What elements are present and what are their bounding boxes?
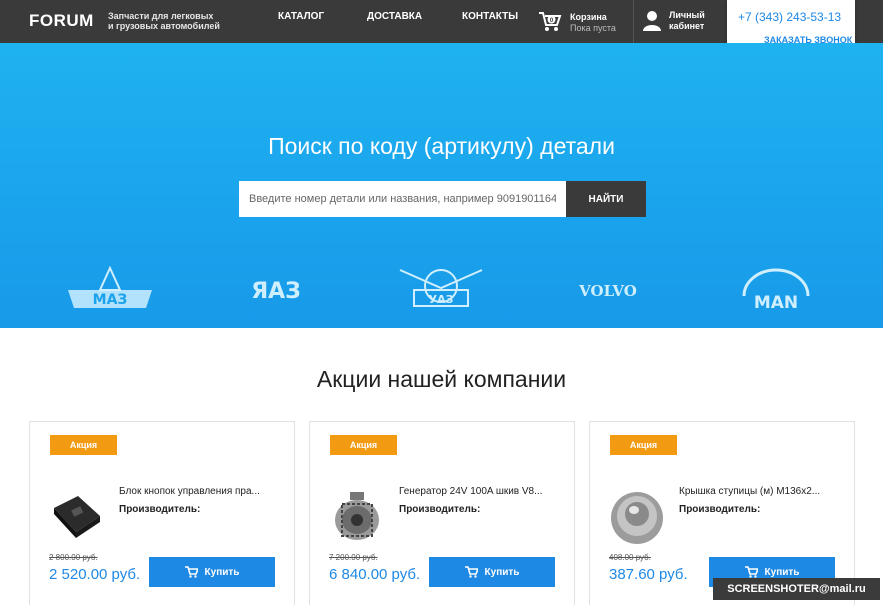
brand-logo-maz[interactable]: МАЗ [66, 265, 154, 312]
product-maker-label: Производитель: [399, 504, 481, 515]
promo-badge: Акция [330, 435, 397, 455]
brand-logo-yaaz[interactable]: ЯАЗ [232, 266, 320, 312]
promo-badge: Акция [610, 435, 677, 455]
part-search-input[interactable] [239, 181, 566, 217]
screenshot-watermark: SCREENSHOTER@mail.ru [713, 578, 880, 600]
nav-catalog[interactable]: КАТАЛОГ [278, 11, 324, 22]
switch-block-icon[interactable] [48, 486, 106, 548]
old-price: 7 200.00 руб. [329, 553, 378, 562]
product-card: Акция Блок кнопок управления пра... Прои… [29, 421, 295, 605]
buy-button[interactable]: Купить [149, 557, 275, 587]
tagline-line-1: Запчасти для легковых [108, 11, 214, 21]
phone-number[interactable]: +7 (343) 243-53-13 [738, 10, 841, 24]
buy-label: Купить [764, 566, 800, 578]
cart-widget[interactable]: 0 Корзина Пока пуста [538, 9, 633, 37]
brand-label-uaz: УАЗ [429, 293, 454, 306]
tagline-line-2: и грузовых автомобилей [108, 21, 220, 31]
cart-status: Пока пуста [570, 23, 616, 33]
brand-label-volvo: VOLVO [578, 282, 637, 300]
brand-label-yaaz: ЯАЗ [251, 279, 301, 304]
product-maker-label: Производитель: [119, 504, 201, 515]
site-logo[interactable]: FORUM [29, 11, 94, 31]
generator-icon[interactable] [328, 486, 386, 548]
nav-contacts[interactable]: КОНТАКТЫ [462, 11, 518, 22]
account-label: Личный кабинет [669, 10, 719, 32]
product-name[interactable]: Генератор 24V 100A шкив V8... [399, 486, 559, 497]
user-icon [643, 10, 661, 32]
hero-search-section: Поиск по коду (артикулу) детали НАЙТИ МА… [0, 43, 883, 328]
product-name[interactable]: Блок кнопок управления пра... [119, 486, 279, 497]
hero-title: Поиск по коду (артикулу) детали [268, 133, 615, 159]
brand-logo-man[interactable]: MAN [738, 266, 814, 313]
site-tagline: Запчасти для легковых и грузовых автомоб… [108, 11, 228, 31]
buy-label: Купить [484, 566, 520, 578]
product-price: 2 520.00 руб. [49, 566, 141, 583]
cart-icon [184, 566, 198, 578]
brand-logo-volvo[interactable]: VOLVO [562, 266, 654, 312]
product-price: 6 840.00 руб. [329, 566, 421, 583]
buy-label: Купить [204, 566, 240, 578]
product-price: 387.60 руб. [609, 566, 688, 583]
cart-title: Корзина [570, 12, 607, 22]
cart-icon [744, 566, 758, 578]
account-label-line-1: Личный [669, 10, 705, 20]
old-price: 2 800.00 руб. [49, 553, 98, 562]
old-price: 408.00 руб. [609, 553, 651, 562]
brand-label-man: MAN [754, 293, 798, 312]
hub-cap-icon[interactable] [608, 486, 666, 548]
product-card: Акция Генератор 24V 100A шкив V8... Прои… [309, 421, 575, 605]
product-maker-label: Производитель: [679, 504, 761, 515]
site-header: FORUM Запчасти для легковых и грузовых а… [0, 0, 883, 56]
nav-delivery[interactable]: ДОСТАВКА [367, 11, 422, 22]
promo-section-title: Акции нашей компании [316, 366, 567, 392]
account-label-line-2: кабинет [669, 21, 705, 31]
product-name[interactable]: Крышка ступицы (м) М136х2... [679, 486, 839, 497]
account-link[interactable]: Личный кабинет [643, 8, 728, 36]
promo-badge: Акция [50, 435, 117, 455]
search-button[interactable]: НАЙТИ [566, 181, 646, 217]
buy-button[interactable]: Купить [429, 557, 555, 587]
cart-icon: 0 [538, 11, 562, 33]
brand-label-maz: МАЗ [93, 292, 128, 308]
cart-icon [464, 566, 478, 578]
brand-logo-uaz[interactable]: УАЗ [396, 266, 486, 312]
header-divider [633, 0, 634, 43]
